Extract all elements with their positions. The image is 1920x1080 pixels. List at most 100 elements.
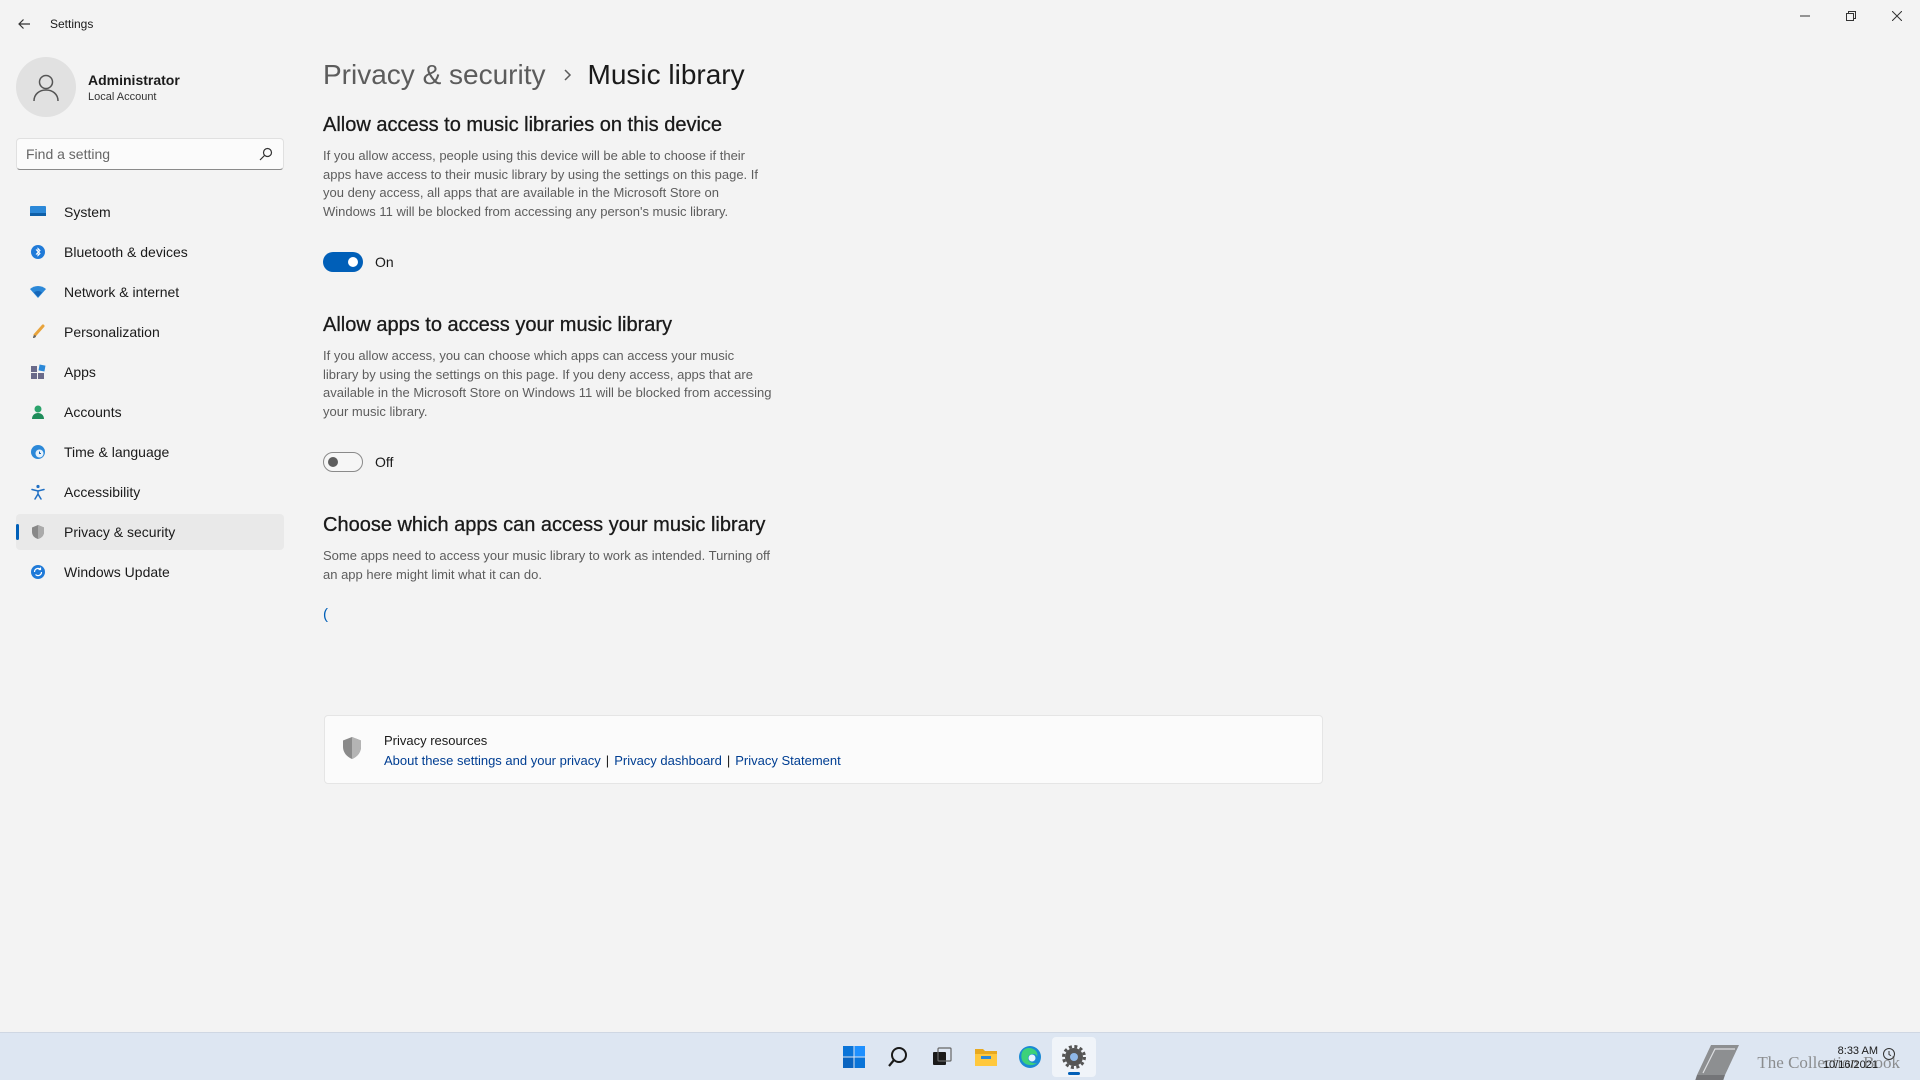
- search-box: [16, 138, 284, 170]
- section-description: Some apps need to access your music libr…: [323, 548, 771, 582]
- search-input[interactable]: [17, 139, 283, 169]
- task-view-button[interactable]: [920, 1037, 964, 1077]
- user-name: Administrator: [88, 71, 180, 88]
- start-icon: [843, 1046, 865, 1068]
- device-access-toggle[interactable]: [323, 252, 363, 272]
- sidebar-item-accounts[interactable]: Accounts: [16, 394, 284, 430]
- clock[interactable]: 8:33 AM 10/16/2021: [1823, 1044, 1878, 1072]
- sidebar-item-label: Network & internet: [64, 284, 180, 300]
- search-icon[interactable]: [259, 147, 273, 161]
- toggle-knob: [348, 257, 358, 267]
- person-icon: [28, 402, 48, 422]
- close-button[interactable]: [1874, 0, 1920, 32]
- close-icon: [1892, 11, 1902, 21]
- privacy-statement-link[interactable]: Privacy Statement: [735, 753, 841, 768]
- tray-icons: [1882, 1047, 1896, 1061]
- window-controls: [1782, 0, 1920, 32]
- minimize-button[interactable]: [1782, 0, 1828, 32]
- shield-icon: [343, 737, 361, 759]
- back-arrow-icon: [18, 19, 30, 29]
- privacy-resources-title: Privacy resources: [384, 733, 488, 748]
- breadcrumb: Privacy & security Music library: [323, 56, 1323, 94]
- restore-button[interactable]: [1828, 0, 1874, 32]
- sidebar-item-label: Windows Update: [64, 564, 170, 580]
- toggle-knob: [328, 457, 338, 467]
- sidebar-item-label: Bluetooth & devices: [64, 244, 188, 260]
- taskbar-search-button[interactable]: [876, 1037, 920, 1077]
- title-bar: Settings: [0, 0, 1920, 48]
- section-description: If you allow access, you can choose whic…: [323, 348, 772, 419]
- monitor-icon: [28, 202, 48, 222]
- page-title: Music library: [587, 59, 745, 90]
- nav-list: System Bluetooth & devices Network & int…: [16, 194, 284, 590]
- notifications-icon[interactable]: [1882, 1047, 1896, 1061]
- toggle-state-label: On: [375, 254, 394, 270]
- section-description: If you allow access, people using this d…: [323, 148, 759, 219]
- settings-icon: [1062, 1045, 1086, 1069]
- sidebar: Administrator Local Account System Bluet…: [16, 56, 284, 594]
- restore-icon: [1846, 11, 1856, 21]
- app-title: Settings: [50, 17, 94, 31]
- start-button[interactable]: [832, 1037, 876, 1077]
- link-separator: |: [605, 753, 610, 768]
- sidebar-item-label: Accounts: [64, 404, 122, 420]
- device-access-toggle-row: On: [323, 251, 1323, 273]
- sidebar-item-system[interactable]: System: [16, 194, 284, 230]
- taskbar: The Collection Book 8:33 AM 10/16/2021: [0, 1032, 1920, 1080]
- privacy-dashboard-link[interactable]: Privacy dashboard: [614, 753, 722, 768]
- apps-access-toggle[interactable]: [323, 452, 363, 472]
- bluetooth-icon: [28, 242, 48, 262]
- sidebar-item-network[interactable]: Network & internet: [16, 274, 284, 310]
- minimize-icon: [1800, 15, 1810, 17]
- sidebar-item-time-language[interactable]: Time & language: [16, 434, 284, 470]
- sidebar-item-bluetooth[interactable]: Bluetooth & devices: [16, 234, 284, 270]
- account-type: Local Account: [88, 90, 157, 103]
- apps-icon: [28, 362, 48, 382]
- choose-apps-section: Choose which apps can access your music …: [323, 514, 1323, 624]
- sidebar-item-label: Personalization: [64, 324, 160, 340]
- sidebar-item-apps[interactable]: Apps: [16, 354, 284, 390]
- section-title: Allow apps to access your music library: [323, 314, 673, 336]
- settings-taskbar-button[interactable]: [1052, 1037, 1096, 1077]
- edge-button[interactable]: [1008, 1037, 1052, 1077]
- user-profile[interactable]: Administrator Local Account: [16, 56, 284, 118]
- sidebar-item-accessibility[interactable]: Accessibility: [16, 474, 284, 510]
- edge-icon: [1019, 1046, 1041, 1068]
- sidebar-item-label: Privacy & security: [64, 524, 176, 540]
- sidebar-item-label: Time & language: [64, 444, 170, 460]
- brush-icon: [28, 322, 48, 342]
- sidebar-item-personalization[interactable]: Personalization: [16, 314, 284, 350]
- sidebar-item-privacy-security[interactable]: Privacy & security: [16, 514, 284, 550]
- section-title: Choose which apps can access your music …: [323, 514, 766, 536]
- accessibility-icon: [28, 482, 48, 502]
- back-button[interactable]: [10, 10, 38, 38]
- system-tray: The Collection Book 8:33 AM 10/16/2021: [1660, 1033, 1920, 1080]
- sidebar-item-label: Apps: [64, 364, 96, 380]
- update-icon: [28, 562, 48, 582]
- chevron-right-icon: [562, 69, 572, 81]
- breadcrumb-parent-link[interactable]: Privacy & security: [323, 59, 546, 91]
- device-access-section: Allow access to music libraries on this …: [323, 114, 1323, 273]
- task-view-icon: [933, 1047, 952, 1065]
- file-explorer-button[interactable]: [964, 1037, 1008, 1077]
- main-content: Privacy & security Music library Allow a…: [323, 56, 1323, 624]
- clock-date: 10/16/2021: [1822, 1059, 1878, 1071]
- sidebar-item-label: System: [64, 204, 111, 220]
- sidebar-item-label: Accessibility: [64, 484, 141, 500]
- loading-spinner-icon: (: [323, 606, 328, 623]
- book-icon: [1695, 1045, 1740, 1080]
- toggle-state-label: Off: [375, 454, 394, 470]
- privacy-resources-card: Privacy resources About these settings a…: [324, 715, 1323, 784]
- section-title: Allow access to music libraries on this …: [323, 114, 723, 136]
- apps-access-toggle-row: Off: [323, 451, 1323, 473]
- clock-time: 8:33 AM: [1837, 1045, 1878, 1057]
- about-settings-privacy-link[interactable]: About these settings and your privacy: [384, 753, 601, 768]
- wifi-icon: [28, 282, 48, 302]
- sidebar-item-windows-update[interactable]: Windows Update: [16, 554, 284, 590]
- taskbar-apps: [832, 1033, 1096, 1080]
- person-icon: [33, 74, 59, 102]
- file-explorer-icon: [975, 1049, 997, 1066]
- privacy-resources-links: About these settings and your privacy | …: [384, 753, 841, 768]
- link-separator: |: [726, 753, 731, 768]
- search-icon: [888, 1047, 907, 1067]
